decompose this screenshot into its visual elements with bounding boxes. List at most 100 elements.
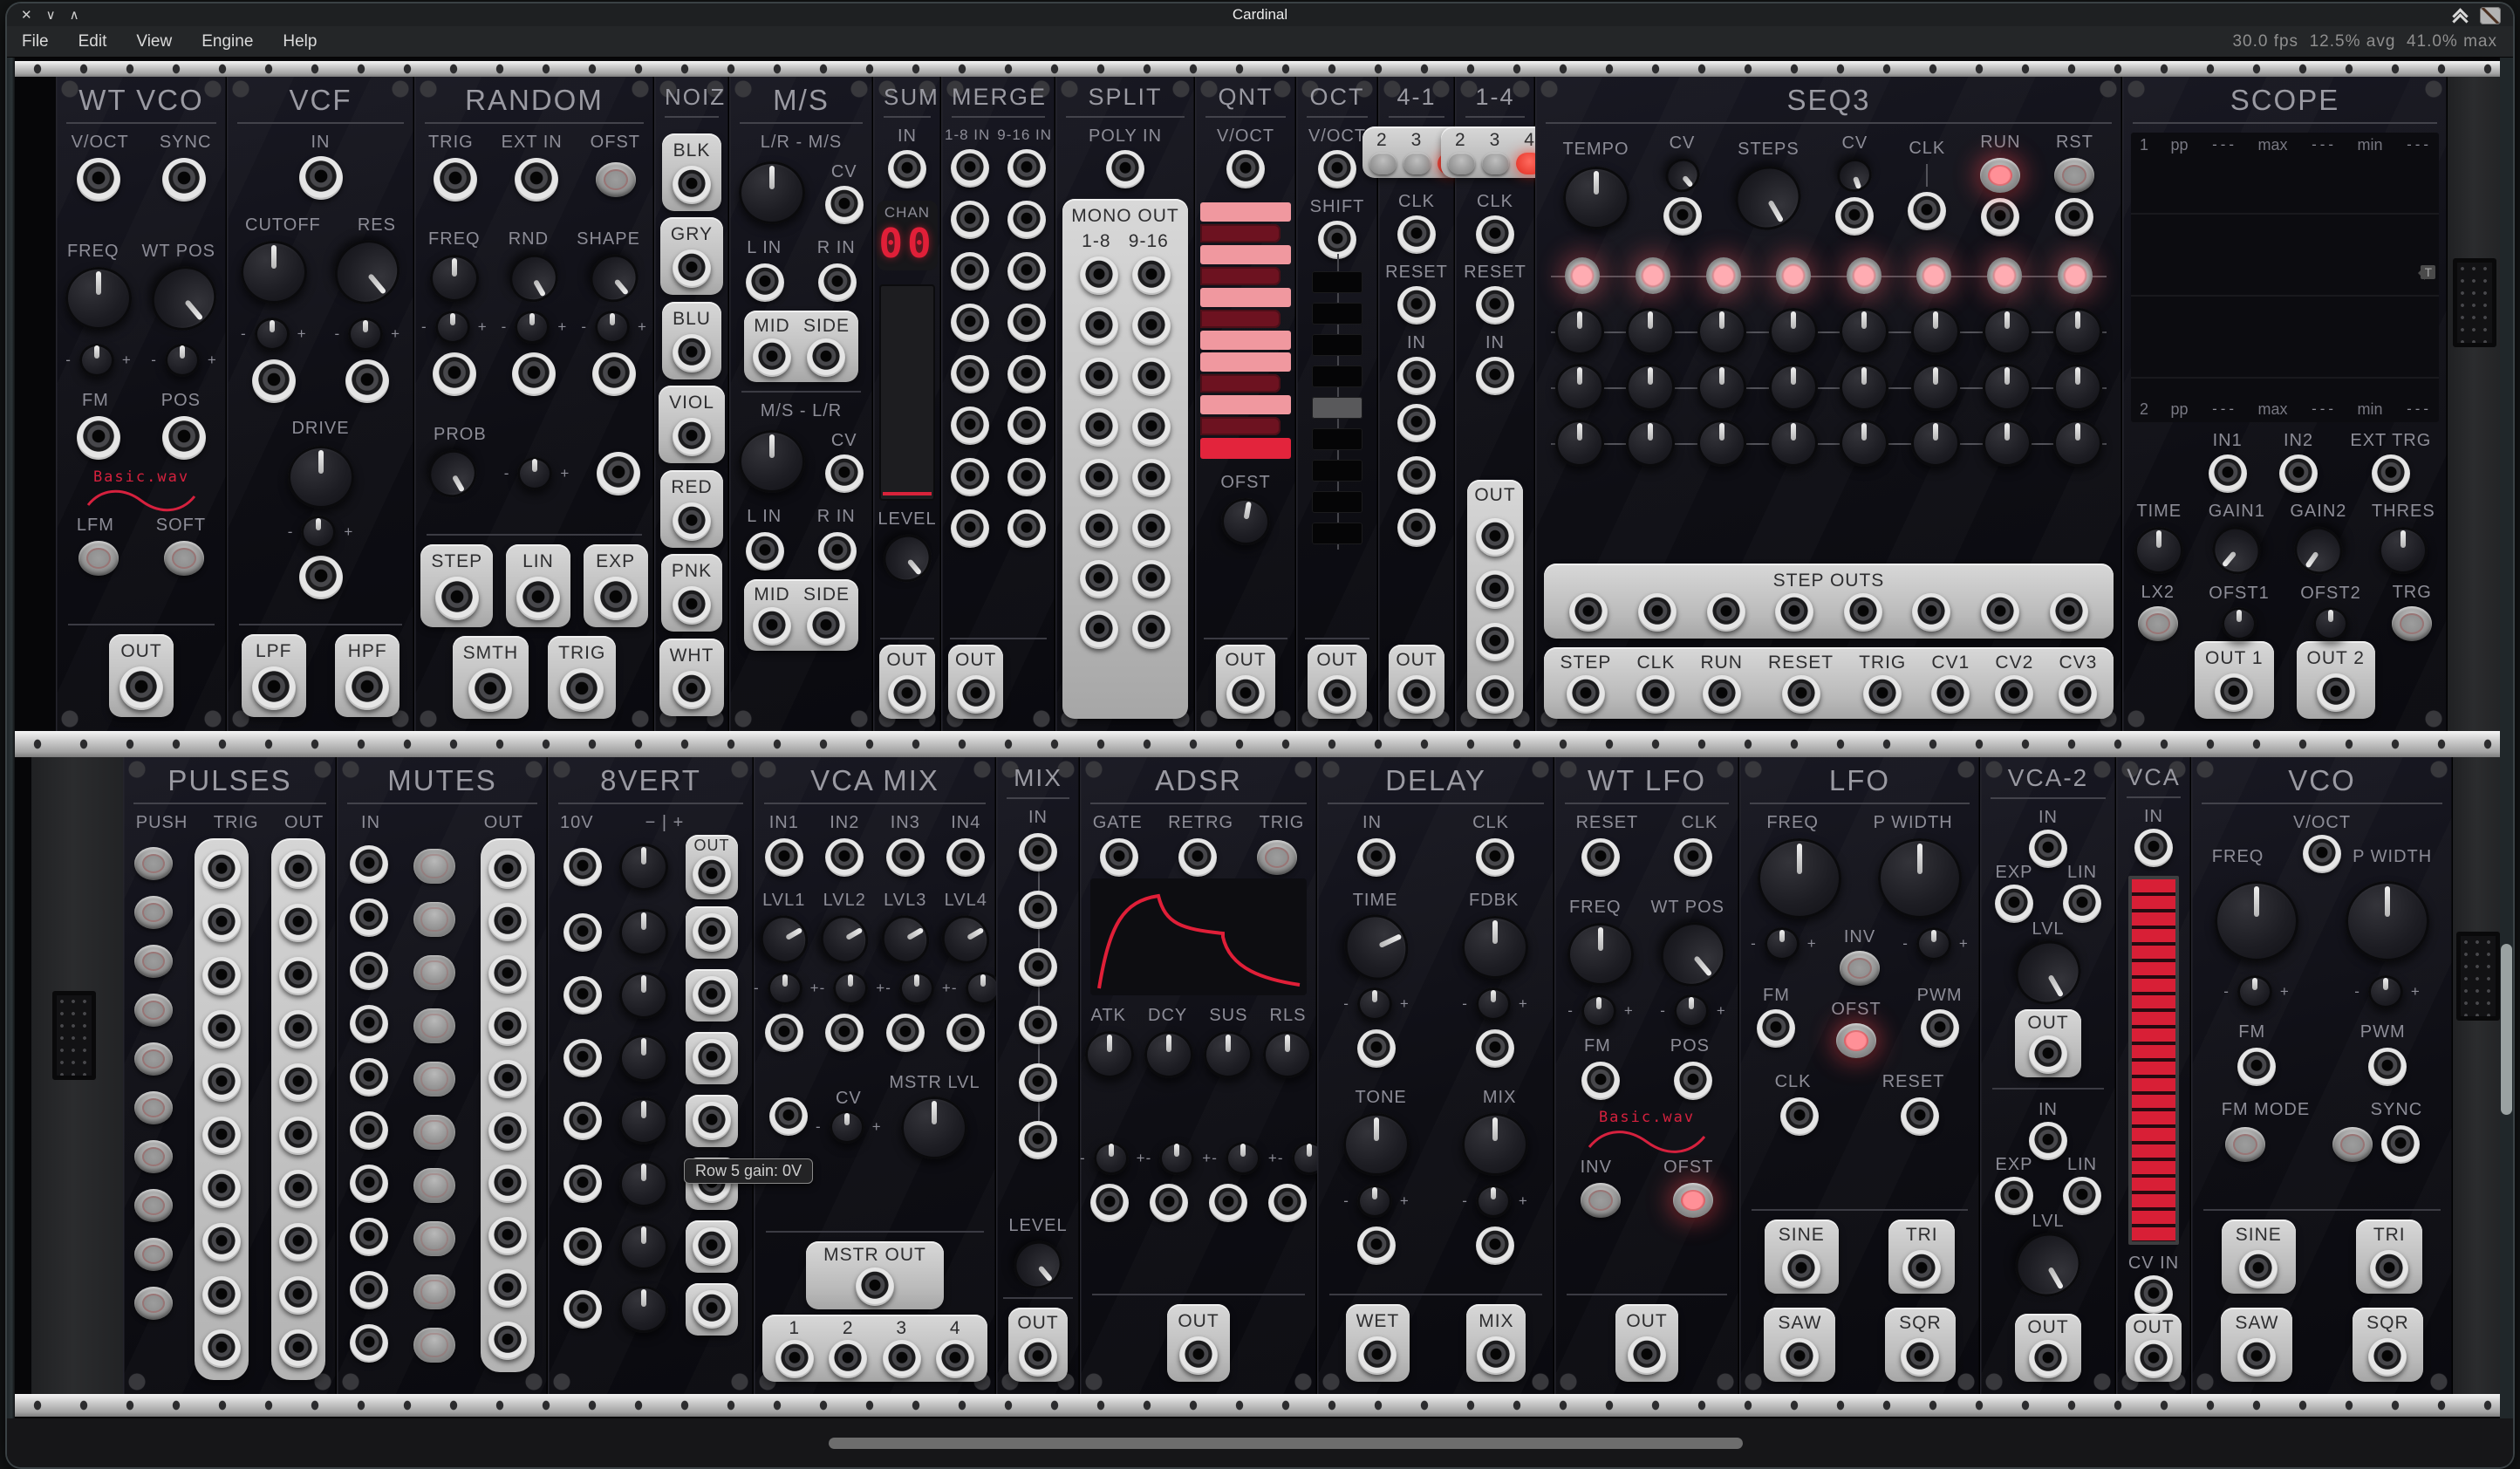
- steps-cv-knob[interactable]: [1833, 154, 1877, 196]
- time-cv-knob[interactable]: [1357, 987, 1392, 1021]
- white-key[interactable]: [1200, 202, 1291, 222]
- vert-gain-knob[interactable]: [619, 972, 668, 1019]
- vert-in-jack[interactable]: [563, 1290, 602, 1329]
- shape-cv-jack[interactable]: [592, 352, 636, 396]
- black-key[interactable]: [1200, 267, 1280, 285]
- drive-knob[interactable]: [288, 446, 354, 509]
- env-cv-knob[interactable]: [1226, 1142, 1260, 1175]
- merge-in-jack[interactable]: [1007, 252, 1046, 290]
- tempo-cv-knob[interactable]: [1658, 152, 1706, 200]
- wet-out-jack[interactable]: [1358, 1336, 1397, 1375]
- rst-button[interactable]: [2054, 158, 2094, 193]
- encode-cv-jack[interactable]: [825, 186, 864, 224]
- env-cv-knob[interactable]: [1159, 1142, 1194, 1175]
- inv-button[interactable]: [1840, 951, 1880, 986]
- lvl-cv-knob[interactable]: [833, 972, 868, 1005]
- mute-button[interactable]: [413, 955, 455, 990]
- mute-out-jack[interactable]: [488, 1008, 527, 1046]
- push-button[interactable]: [134, 994, 173, 1027]
- mute-in-jack[interactable]: [350, 845, 388, 884]
- push-button[interactable]: [134, 1091, 173, 1124]
- cv2-out-jack[interactable]: [1995, 675, 2033, 714]
- steps-knob[interactable]: [1724, 154, 1813, 242]
- seq-knob-row1[interactable]: [1769, 308, 1818, 355]
- seq-knob-row1[interactable]: [1911, 308, 1960, 355]
- l-in-jack[interactable]: [746, 263, 784, 302]
- vert-out-jack[interactable]: [693, 1227, 731, 1266]
- vert-gain-knob[interactable]: [619, 844, 668, 891]
- drive-cv-knob[interactable]: [301, 516, 336, 549]
- seq-knob-row3[interactable]: [1697, 420, 1746, 467]
- cv3-out-jack[interactable]: [2059, 675, 2097, 714]
- menu-file[interactable]: File: [7, 32, 64, 51]
- lvl-cv-jack[interactable]: [946, 1014, 985, 1052]
- octave-step[interactable]: [1312, 523, 1362, 544]
- tempo-knob[interactable]: [1563, 167, 1629, 229]
- lvl-knob[interactable]: [2004, 929, 2093, 1016]
- out-jack[interactable]: [1397, 675, 1436, 714]
- lvl-cv-jack[interactable]: [825, 1014, 864, 1052]
- lvl-cv-jack[interactable]: [886, 1014, 925, 1052]
- cv1-out-jack[interactable]: [1931, 675, 1970, 714]
- gate-jack[interactable]: [1100, 838, 1138, 877]
- merge-in-jack[interactable]: [1007, 149, 1046, 188]
- lvl-cv-jack[interactable]: [765, 1014, 803, 1052]
- seq-knob-row3[interactable]: [1911, 420, 1960, 467]
- rst-jack[interactable]: [2055, 198, 2093, 236]
- tempo-cv-jack[interactable]: [1663, 197, 1702, 236]
- clk-jack[interactable]: [1476, 215, 1514, 254]
- step-out-jack[interactable]: [435, 577, 479, 620]
- shape-cv-knob[interactable]: [595, 311, 630, 344]
- count-led[interactable]: [1448, 153, 1475, 174]
- trig-in-jack[interactable]: [202, 1170, 241, 1208]
- vert-in-jack[interactable]: [563, 976, 602, 1015]
- fm-jack[interactable]: [1757, 1009, 1795, 1048]
- module-pulses[interactable]: PULSES PUSHTRIGOUT: [123, 757, 337, 1394]
- mute-button[interactable]: [413, 1328, 455, 1363]
- lvl-knob[interactable]: [751, 906, 816, 972]
- step-out-jack[interactable]: [1569, 593, 1608, 632]
- exp-out-jack[interactable]: [594, 577, 638, 620]
- trig-in-jack[interactable]: [202, 1276, 241, 1315]
- rack[interactable]: WT VCO V/OCTSYNC FREQWT POS -+ -+ FMPOS …: [7, 58, 2513, 1418]
- ch1-out-jack[interactable]: [775, 1340, 814, 1378]
- mute-button[interactable]: [413, 1274, 455, 1309]
- module-wt-vco[interactable]: WT VCO V/OCTSYNC FREQWT POS -+ -+ FMPOS …: [56, 77, 227, 731]
- steps-cv-jack[interactable]: [1835, 197, 1874, 236]
- level-meter[interactable]: [2128, 876, 2179, 1245]
- split-out-jack[interactable]: [1132, 560, 1171, 598]
- saw-out-jack[interactable]: [1780, 1338, 1819, 1377]
- clk-jack[interactable]: [1397, 215, 1436, 254]
- pwm-jack[interactable]: [2368, 1048, 2407, 1086]
- time-cv-jack[interactable]: [1357, 1029, 1396, 1068]
- split-out-jack[interactable]: [1080, 307, 1118, 345]
- run-button[interactable]: [1980, 158, 2020, 193]
- module-qnt[interactable]: QNT V/OCT OFST OUT: [1195, 77, 1296, 731]
- ofst2-knob[interactable]: [2313, 607, 2348, 640]
- step-out-jack[interactable]: [1775, 593, 1813, 632]
- blk-out-jack[interactable]: [673, 166, 711, 204]
- trig-in-jack[interactable]: [202, 904, 241, 942]
- seq-knob-row1[interactable]: [1983, 308, 2032, 355]
- module-delay[interactable]: DELAY INCLK TIMEFDBK -+ -+ TONEMIX -+ -+…: [1317, 757, 1554, 1394]
- vert-in-jack[interactable]: [563, 1227, 602, 1266]
- res-knob[interactable]: [322, 227, 413, 318]
- reset-jack[interactable]: [1901, 1097, 1939, 1136]
- lvl-knob[interactable]: [933, 906, 999, 972]
- seq-knob-row2[interactable]: [1840, 364, 1888, 411]
- reset-jack[interactable]: [1476, 286, 1514, 325]
- tone-knob[interactable]: [1343, 1113, 1410, 1176]
- seq-knob-row1[interactable]: [1555, 308, 1604, 355]
- mute-out-jack[interactable]: [488, 1217, 527, 1255]
- tone-cv-jack[interactable]: [1357, 1226, 1396, 1265]
- split-out-jack[interactable]: [1080, 560, 1118, 598]
- fm-input-jack[interactable]: [77, 416, 120, 460]
- retrg-jack[interactable]: [1178, 838, 1217, 877]
- step-led[interactable]: [1987, 257, 2022, 294]
- out1-jack[interactable]: [2215, 673, 2253, 712]
- freq-knob[interactable]: [430, 255, 479, 302]
- blu-out-jack[interactable]: [673, 334, 711, 372]
- vert-in-jack[interactable]: [563, 1102, 602, 1140]
- module-wt-lfo[interactable]: WT LFO RESETCLK FREQWT POS -+ -+ FMPOS B…: [1554, 757, 1739, 1394]
- lx2-button[interactable]: [2138, 606, 2178, 641]
